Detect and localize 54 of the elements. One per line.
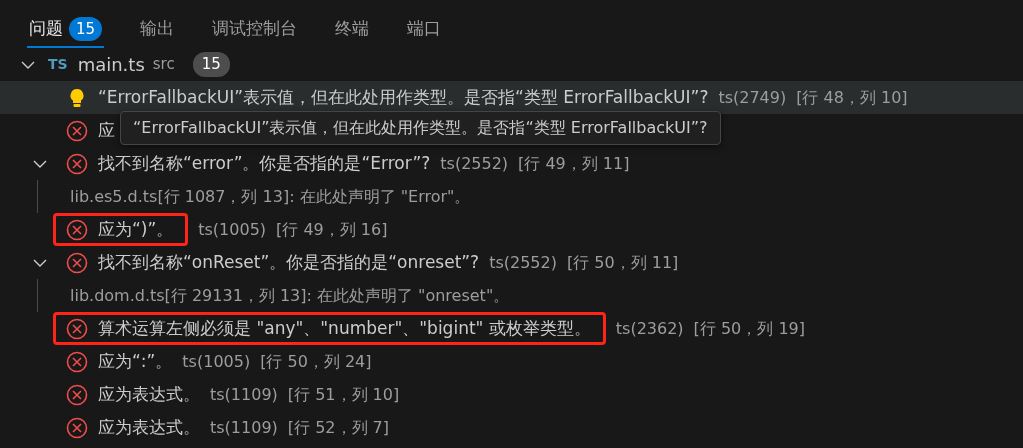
file-name: main.ts: [77, 53, 145, 77]
error-code: ts(1005): [182, 350, 251, 373]
problem-row[interactable]: 找不到名称“error”。你是否指的是“Error”? ts(2552) [行 49，列 11]: [0, 147, 1023, 180]
location-text: [行 50，列 24]: [260, 350, 372, 373]
location-text: [行 52，列 7]: [287, 416, 389, 439]
error-code: ts(1109): [210, 416, 278, 439]
error-icon: [66, 317, 88, 340]
panel-tab[interactable]: 调试控制台: [210, 12, 300, 48]
error-icon: [66, 416, 88, 439]
count-badge: 15: [192, 52, 230, 77]
typescript-file-icon: TS: [48, 54, 68, 75]
problem-row[interactable]: 找不到名称“onReset”。你是否指的是“onreset”? ts(2552) [行 50，列 11]: [0, 246, 1023, 279]
location-text: [行 51，列 10]: [287, 383, 400, 406]
problem-message[interactable]: 应为“:”。: [98, 348, 173, 375]
problem-message[interactable]: 应为“)”。: [98, 216, 174, 243]
error-code: ts(2362): [615, 317, 684, 340]
folder-label: src: [152, 54, 175, 76]
location-text: [行 50，列 19]: [693, 317, 805, 340]
panel-tab[interactable]: 输出: [138, 12, 177, 48]
error-code: ts(1005): [198, 218, 267, 241]
error-icon: [66, 119, 88, 142]
count-badge: 15: [69, 16, 103, 42]
problem-message[interactable]: 找不到名称“error”。你是否指的是“Error”?: [98, 150, 431, 177]
problem-row[interactable]: 应为表达式。 ts(1109) [行 51，列 10]: [0, 378, 1023, 411]
error-code: ts(2552): [489, 251, 557, 274]
error-code: ts(1109): [210, 383, 278, 406]
problem-message[interactable]: “ErrorFallbackUI”表示值，但在此处用作类型。是否指“类型 ErrorFallbackUI”?: [98, 84, 709, 111]
location-text: [行 50，列 11]: [566, 251, 679, 274]
panel-tab[interactable]: 问题 15: [27, 12, 105, 48]
panel-tab[interactable]: 端口: [405, 12, 444, 48]
error-code: ts(2749): [718, 86, 787, 109]
problem-message[interactable]: 算术运算左侧必须是 "any"、"number"、"bigint" 或枚举类型。: [98, 315, 591, 342]
problem-row[interactable]: 应为“:”。 ts(1005) [行 50，列 24]: [0, 345, 1023, 378]
panel-tab[interactable]: 终端: [333, 12, 372, 48]
problem-message[interactable]: 应为表达式。: [98, 414, 200, 441]
error-icon: [66, 152, 88, 175]
error-icon: [66, 218, 88, 241]
related-info-text[interactable]: lib.es5.d.ts[行 1087，列 13]: 在此处声明了 "Error"。: [70, 184, 471, 209]
problem-row[interactable]: 算术运算左侧必须是 "any"、"number"、"bigint" 或枚举类型。 ts(2362) [行 50，列 19]: [0, 312, 1023, 345]
selected-row[interactable]: “ErrorFallbackUI”表示值，但在此处用作类型。是否指“类型 ErrorFallbackUI”? ts(2749) [行 48，列 10]: [0, 81, 1023, 114]
tooltip: “ErrorFallbackUI”表示值，但在此处用作类型。是否指“类型 ErrorFallbackUI”?: [120, 111, 721, 145]
error-icon: [66, 251, 88, 274]
error-code: ts(2552): [440, 152, 509, 175]
location-text: [行 49，列 11]: [518, 152, 630, 175]
problem-row[interactable]: 应为表达式。 ts(1109) [行 52，列 7]: [0, 411, 1023, 444]
error-icon: [66, 383, 88, 406]
problem-message[interactable]: 应: [98, 117, 115, 144]
error-icon: [66, 350, 88, 373]
problem-message[interactable]: 应为表达式。: [98, 381, 200, 408]
problem-message[interactable]: 找不到名称“onReset”。你是否指的是“onreset”?: [98, 249, 480, 276]
location-text: [行 48，列 10]: [796, 86, 908, 109]
location-text: [行 49，列 16]: [276, 218, 388, 241]
problem-row[interactable]: 应为“)”。 ts(1005) [行 49，列 16]: [0, 213, 1023, 246]
related-info-text[interactable]: lib.dom.d.ts[行 29131，列 13]: 在此处声明了 "onreset"。: [70, 283, 510, 308]
